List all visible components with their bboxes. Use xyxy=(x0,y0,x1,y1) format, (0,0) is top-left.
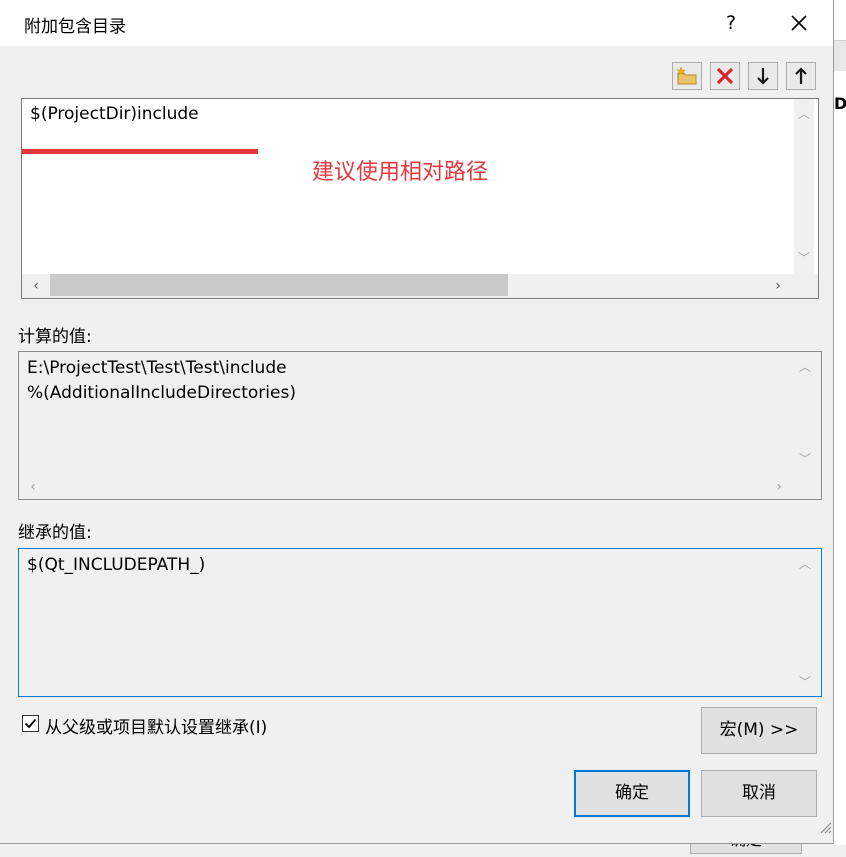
help-button[interactable]: ? xyxy=(712,4,750,42)
inherited-line-1: $(Qt_INCLUDEPATH_) xyxy=(27,555,206,575)
edit-line[interactable]: $(ProjectDir)include xyxy=(30,102,199,127)
inherited-value-box: $(Qt_INCLUDEPATH_) ︿ ﹀ xyxy=(18,548,822,697)
resize-grip-icon[interactable] xyxy=(818,820,832,834)
close-button[interactable] xyxy=(778,4,820,42)
inherited-value-label: 继承的值: xyxy=(18,523,92,543)
include-directories-editor[interactable]: $(ProjectDir)include ︿ ﹀ ‹ › xyxy=(21,98,819,299)
annotation-text: 建议使用相对路径 xyxy=(312,160,489,185)
delete-icon xyxy=(716,67,734,85)
vertical-scrollbar[interactable]: ︿ ﹀ xyxy=(794,99,814,274)
background-text: D xyxy=(834,94,846,113)
scroll-down-icon[interactable]: ﹀ xyxy=(794,249,814,266)
inherited-vertical-scrollbar[interactable]: ︿ ﹀ xyxy=(795,549,815,696)
move-up-button[interactable] xyxy=(786,62,816,90)
background-toolbar xyxy=(834,40,846,71)
additional-include-directories-dialog: 附加包含目录 ? $(ProjectDir)include ︿ ﹀ ‹ › 建议… xyxy=(0,0,834,844)
cancel-button[interactable]: 取消 xyxy=(701,770,817,817)
scroll-up-icon[interactable]: ︿ xyxy=(795,358,815,375)
horizontal-scrollbar[interactable]: ‹ › xyxy=(22,274,818,298)
background-window xyxy=(834,0,846,845)
scroll-right-icon[interactable]: › xyxy=(769,479,789,495)
scroll-left-icon[interactable]: ‹ xyxy=(23,479,43,495)
horizontal-scroll-thumb[interactable] xyxy=(50,274,508,296)
scroll-up-icon[interactable]: ︿ xyxy=(795,555,815,572)
checkmark-icon xyxy=(24,718,37,729)
dialog-title: 附加包含目录 xyxy=(24,17,126,37)
move-down-icon xyxy=(757,68,769,85)
evaluated-value-box: E:\ProjectTest\Test\Test\include %(Addit… xyxy=(18,351,822,500)
scroll-down-icon[interactable]: ﹀ xyxy=(795,450,815,467)
macros-button[interactable]: 宏(M) >> xyxy=(701,707,817,754)
inherit-checkbox-label[interactable]: 从父级或项目默认设置继承(I) xyxy=(45,713,267,738)
delete-button[interactable] xyxy=(710,62,740,90)
evaluated-line-2: %(AdditionalIncludeDirectories) xyxy=(27,383,296,403)
title-bar: 附加包含目录 ? xyxy=(0,0,833,46)
close-icon xyxy=(791,15,807,31)
evaluated-value-label: 计算的值: xyxy=(18,327,92,347)
scroll-down-icon[interactable]: ﹀ xyxy=(795,673,815,690)
evaluated-vertical-scrollbar[interactable]: ︿ ﹀ xyxy=(795,352,815,476)
new-line-button[interactable] xyxy=(672,62,702,90)
ok-button[interactable]: 确定 xyxy=(574,770,690,817)
new-line-icon xyxy=(676,66,697,85)
move-up-icon xyxy=(795,67,807,84)
scroll-right-icon[interactable]: › xyxy=(768,278,788,294)
move-down-button[interactable] xyxy=(748,62,778,90)
annotation-underline xyxy=(22,149,258,154)
scroll-left-icon[interactable]: ‹ xyxy=(26,278,46,294)
evaluated-line-1: E:\ProjectTest\Test\Test\include xyxy=(27,358,287,378)
inherit-checkbox[interactable] xyxy=(22,715,39,732)
evaluated-horizontal-scrollbar[interactable]: ‹ › xyxy=(19,476,821,499)
scroll-up-icon[interactable]: ︿ xyxy=(794,105,814,122)
